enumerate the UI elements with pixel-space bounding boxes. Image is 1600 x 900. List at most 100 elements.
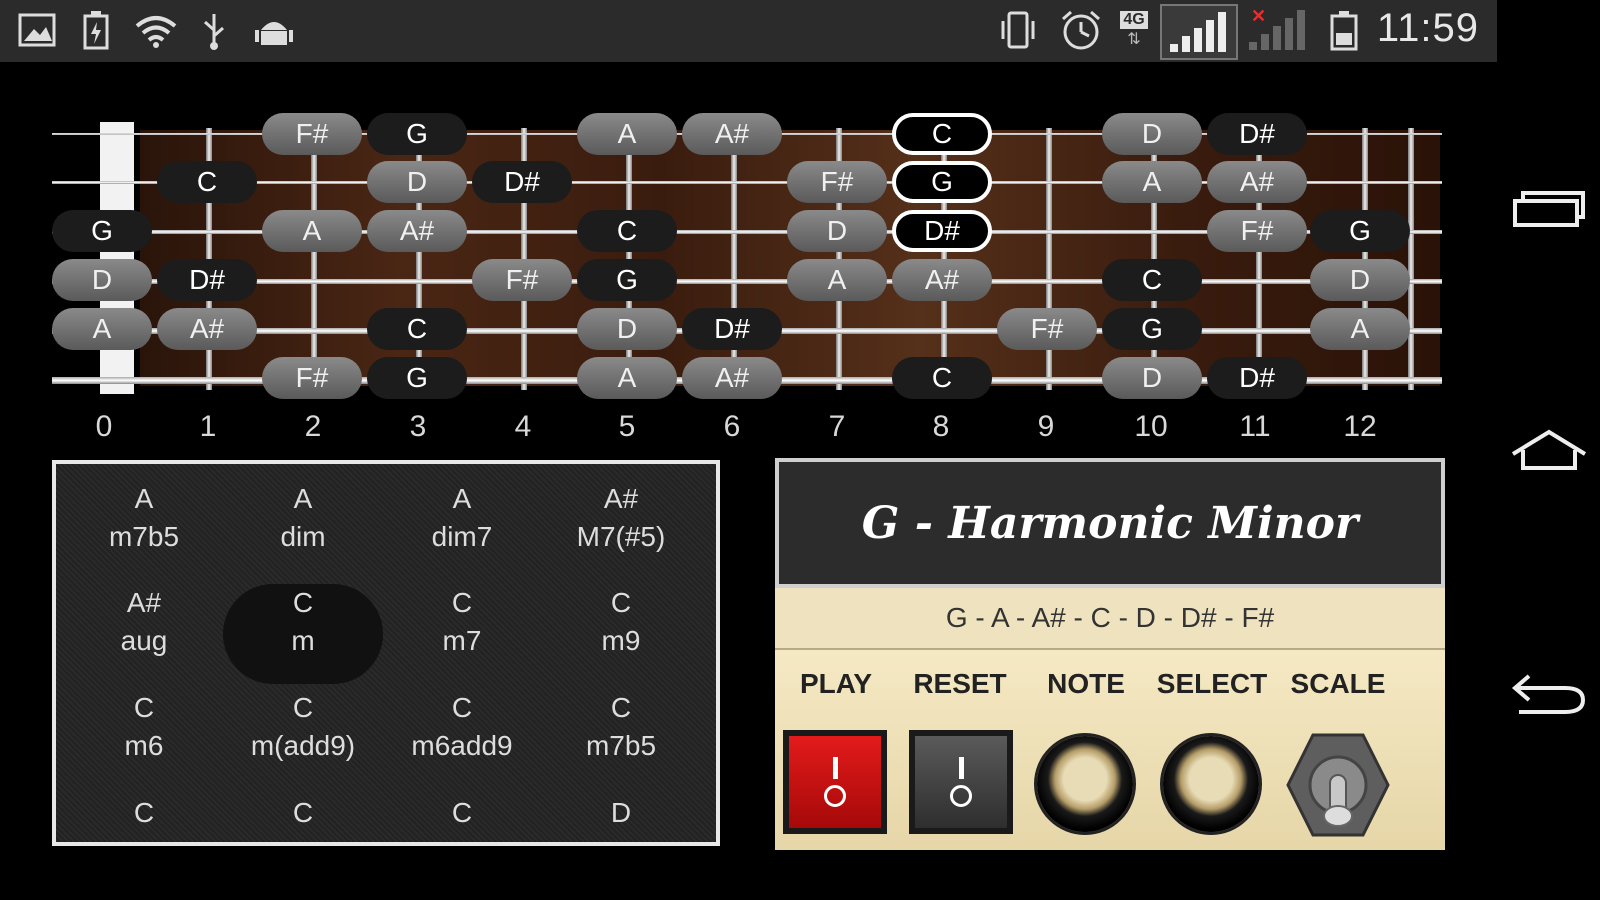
chord-item[interactable]: C (223, 794, 383, 842)
chord-root: C (451, 797, 473, 828)
play-label: PLAY (799, 668, 873, 699)
fret-note[interactable]: D (1102, 113, 1202, 155)
status-bar: 4G ⇅ ✕ 11:59 (0, 0, 1497, 62)
fret-note[interactable]: A (1102, 161, 1202, 203)
chord-type: m7 (442, 625, 482, 656)
fret-note[interactable]: G (1102, 308, 1202, 350)
chord-root: C (610, 692, 632, 723)
fret-note[interactable]: D (1102, 357, 1202, 399)
chord-type: dim7 (431, 521, 493, 552)
fret-number: 8 (932, 410, 950, 443)
fret-note[interactable]: G (1310, 210, 1410, 252)
fret-note[interactable]: A# (1207, 161, 1307, 203)
fret-note[interactable]: A# (682, 113, 782, 155)
fret-note[interactable]: D (1310, 259, 1410, 301)
fret-note[interactable]: A# (892, 259, 992, 301)
note-knob[interactable] (1037, 736, 1133, 832)
chord-item[interactable]: Adim7 (382, 480, 542, 580)
fret-note[interactable]: A# (157, 308, 257, 350)
fret-note[interactable]: D (52, 259, 152, 301)
chord-item[interactable]: Cm(add9) (223, 689, 383, 789)
fret-note[interactable]: C (1102, 259, 1202, 301)
scale-label: SCALE (1290, 668, 1386, 699)
fret-note[interactable]: G (577, 259, 677, 301)
chord-item[interactable]: Cm9 (541, 584, 701, 684)
fret-note[interactable]: A (577, 357, 677, 399)
chord-item[interactable]: A# M7(#5) (541, 480, 701, 580)
fret-note[interactable]: F# (472, 259, 572, 301)
chord-item[interactable]: Cm7b5 (541, 689, 701, 789)
fret-note[interactable]: F# (787, 161, 887, 203)
select-knob[interactable] (1163, 736, 1259, 832)
fret-note[interactable]: F# (262, 357, 362, 399)
fret-number: 12 (1343, 410, 1377, 443)
fret-number: 0 (95, 410, 113, 443)
fret-note[interactable]: D# (472, 161, 572, 203)
fret-note[interactable]: D (787, 210, 887, 252)
scale-notes: G - A - A# - C - D - D# - F# (775, 588, 1445, 650)
chord-item[interactable]: Adim (223, 480, 383, 580)
recent-apps-icon[interactable] (1509, 178, 1589, 238)
reset-switch[interactable] (909, 730, 1013, 834)
fret-note[interactable]: C (367, 308, 467, 350)
fret-note[interactable]: D# (892, 210, 992, 252)
battery-icon (1326, 10, 1362, 51)
home-icon[interactable] (1509, 420, 1589, 480)
fret-note[interactable]: G (367, 357, 467, 399)
fret-note[interactable]: D (577, 308, 677, 350)
guitar-string (52, 279, 1442, 284)
fret-note[interactable]: A (787, 259, 887, 301)
4g-data-icon: 4G ⇅ (1114, 10, 1154, 50)
back-icon[interactable] (1509, 662, 1589, 722)
fret-note[interactable]: G (367, 113, 467, 155)
fret-note[interactable]: F# (1207, 210, 1307, 252)
chord-item[interactable]: C (64, 794, 224, 842)
scale-toggle-switch[interactable] (1283, 730, 1393, 840)
chord-item[interactable]: Cm6 (64, 689, 224, 789)
fret-note[interactable]: C (577, 210, 677, 252)
fret-note[interactable]: D (367, 161, 467, 203)
chord-item[interactable]: Cm (223, 584, 383, 684)
android-debug-icon (252, 10, 296, 50)
chord-item[interactable]: Cm6add9 (382, 689, 542, 789)
fret-note[interactable]: A (52, 308, 152, 350)
fret-note[interactable]: A (1310, 308, 1410, 350)
nut (100, 122, 134, 394)
fret-note[interactable]: C (157, 161, 257, 203)
fret-note[interactable]: F# (997, 308, 1097, 350)
image-icon (16, 10, 58, 50)
chord-root: D (610, 797, 632, 828)
reset-label: RESET (913, 668, 1007, 699)
fret-number: 2 (304, 410, 322, 443)
fret-note[interactable]: G (52, 210, 152, 252)
chord-root: C (133, 797, 155, 828)
fret-note[interactable]: A# (367, 210, 467, 252)
clock: 11:59 (1376, 6, 1479, 50)
fret-note[interactable]: D# (1207, 113, 1307, 155)
fret-note[interactable]: D# (157, 259, 257, 301)
play-switch[interactable] (783, 730, 887, 834)
chord-root: C (292, 587, 314, 618)
chord-root: A (452, 483, 472, 514)
fret-note[interactable]: D# (1207, 357, 1307, 399)
fret-note[interactable]: D# (682, 308, 782, 350)
chord-item[interactable]: D (541, 794, 701, 842)
fret-note[interactable]: A (262, 210, 362, 252)
fret-note[interactable]: A# (682, 357, 782, 399)
chord-list-panel[interactable]: Am7b5 Adim Adim7 A# M7(#5) A# aug Cm Cm7 Cm9 Cm6 Cm… (52, 460, 720, 846)
fret-note[interactable]: G (892, 161, 992, 203)
vibrate-icon (998, 10, 1038, 50)
fret-wire (311, 128, 317, 390)
chord-item[interactable]: Cm7 (382, 584, 542, 684)
chord-type: m6 (124, 730, 164, 761)
fret-note[interactable]: C (892, 357, 992, 399)
fret-note[interactable]: C (892, 113, 992, 155)
chord-item[interactable]: C (382, 794, 542, 842)
chord-type: m6add9 (411, 730, 513, 761)
fretboard[interactable]: F# G A A# C D D# C D D# F# G A A# G A A# C D D# F# G D D# F# G A A#… (52, 113, 1444, 399)
chord-item[interactable]: A# aug (64, 584, 224, 684)
fret-note[interactable]: F# (262, 113, 362, 155)
fret-note[interactable]: A (577, 113, 677, 155)
chord-item[interactable]: Am7b5 (64, 480, 224, 580)
signal-4g-icon (1160, 4, 1238, 60)
